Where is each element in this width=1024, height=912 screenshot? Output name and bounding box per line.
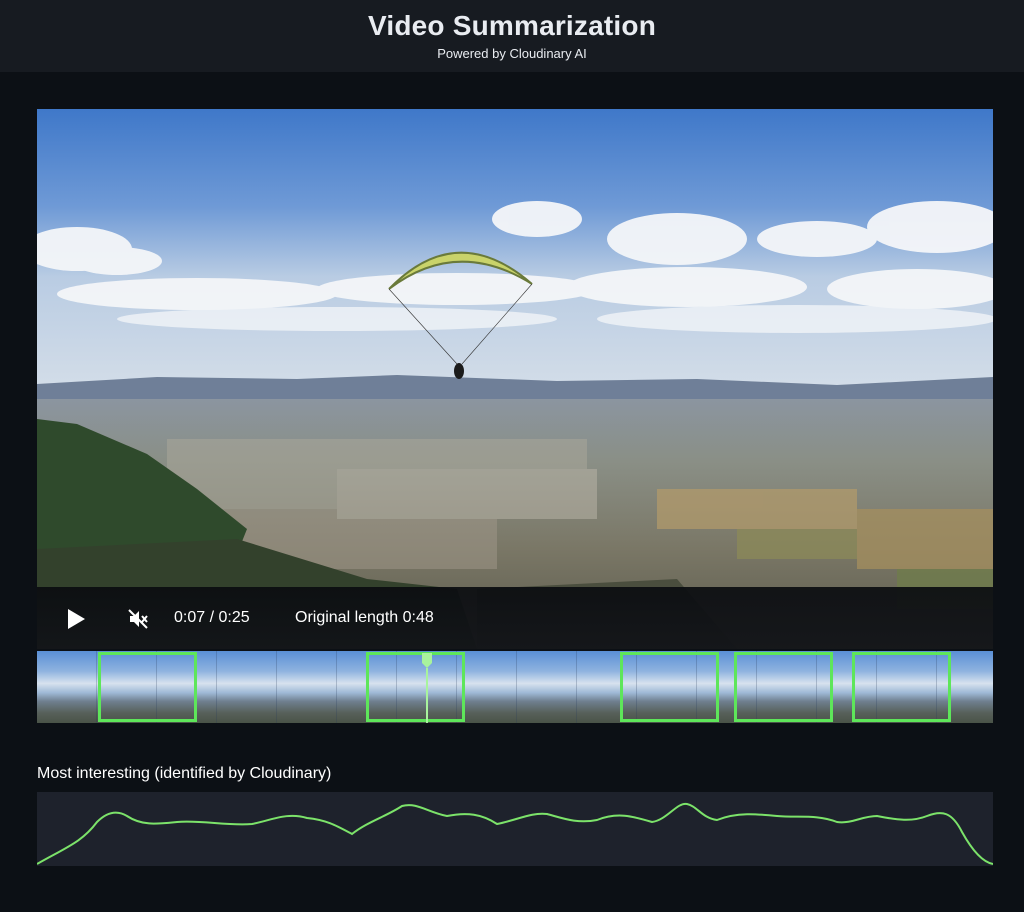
player-controls: 0:07 / 0:25 Original length 0:48	[37, 587, 993, 649]
timeline-frame	[37, 651, 97, 723]
muted-speaker-icon	[128, 609, 148, 629]
interest-graph-label: Most interesting (identified by Cloudina…	[37, 765, 332, 782]
highlight-segment[interactable]	[620, 652, 719, 722]
video-frame	[37, 109, 993, 649]
playhead-marker[interactable]	[421, 651, 433, 723]
playback-time: 0:07 / 0:25	[174, 609, 250, 626]
page-subtitle: Powered by Cloudinary AI	[437, 46, 587, 61]
interest-curve	[36, 802, 994, 865]
timeline-frame	[457, 651, 517, 723]
highlight-segment[interactable]	[734, 652, 833, 722]
interest-graph	[36, 792, 994, 866]
mute-button[interactable]	[127, 608, 149, 630]
highlight-segment[interactable]	[98, 652, 197, 722]
video-player[interactable]: 0:07 / 0:25 Original length 0:48	[37, 109, 993, 649]
timeline-frame	[517, 651, 577, 723]
play-button[interactable]	[65, 608, 87, 630]
page-title: Video Summarization	[367, 10, 656, 41]
play-icon	[68, 609, 85, 629]
highlight-segment[interactable]	[852, 652, 951, 722]
original-length: Original length 0:48	[295, 609, 434, 626]
timeline-filmstrip[interactable]	[37, 651, 993, 723]
timeline-frame	[217, 651, 277, 723]
highlight-segment[interactable]	[366, 652, 465, 722]
timeline-frame	[277, 651, 337, 723]
app-header: Video Summarization Powered by Cloudinar…	[0, 0, 1024, 72]
